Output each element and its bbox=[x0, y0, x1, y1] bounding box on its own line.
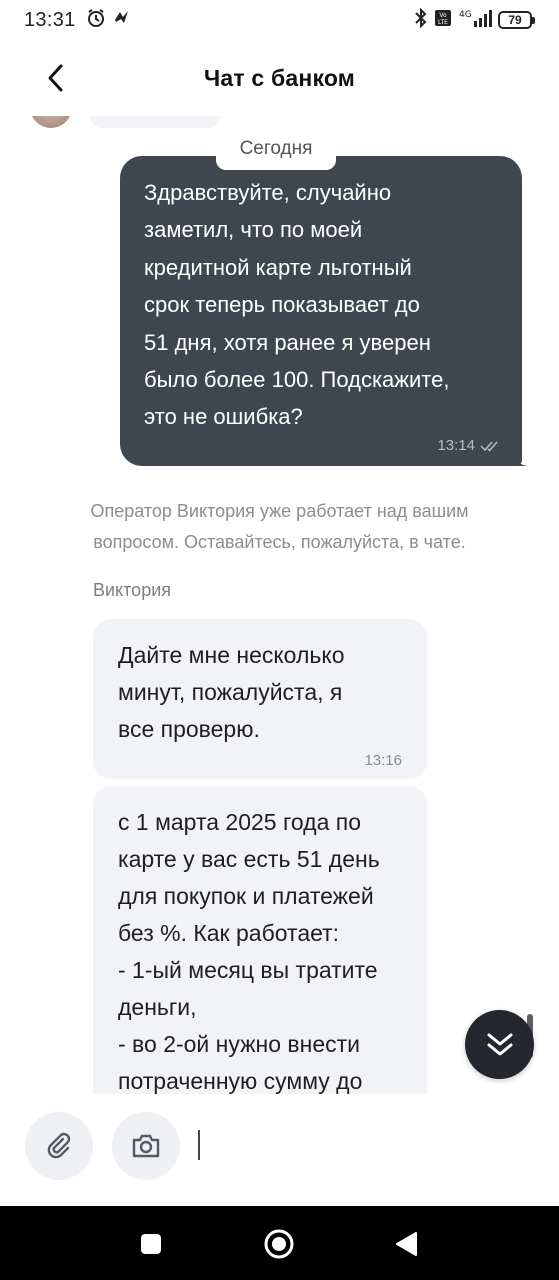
square-icon bbox=[141, 1234, 161, 1254]
scroll-to-bottom-button[interactable] bbox=[465, 1010, 534, 1079]
triangle-back-icon bbox=[396, 1232, 417, 1256]
recents-button[interactable] bbox=[137, 1230, 165, 1258]
system-back-button[interactable] bbox=[392, 1230, 420, 1258]
attach-button[interactable] bbox=[25, 1112, 93, 1180]
message-text: с 1 марта 2025 года по карте у вас есть … bbox=[118, 809, 380, 1094]
page-title: Чат с банком bbox=[203, 64, 356, 91]
camera-icon bbox=[132, 1134, 160, 1158]
message-text: Дайте мне несколько минут, пожалуйста, я… bbox=[118, 642, 345, 742]
previous-message-bubble bbox=[90, 116, 220, 128]
outgoing-message[interactable]: Здравствуйте, случайно заметил, что по м… bbox=[120, 156, 522, 466]
svg-text:LTE: LTE bbox=[438, 19, 448, 26]
chevron-left-icon bbox=[48, 64, 63, 92]
home-button[interactable] bbox=[263, 1228, 295, 1260]
alarm-icon bbox=[86, 8, 106, 33]
volte-icon: Vo LTE bbox=[434, 9, 452, 32]
app-notification-icon bbox=[112, 8, 132, 33]
double-check-icon bbox=[480, 441, 498, 452]
back-button[interactable] bbox=[38, 60, 74, 96]
battery-icon: 79 bbox=[498, 11, 535, 29]
incoming-message[interactable]: Дайте мне несколько минут, пожалуйста, я… bbox=[93, 619, 427, 779]
bluetooth-icon bbox=[414, 7, 428, 33]
status-bar: 13:31 Vo LTE 4G 79 bbox=[0, 0, 559, 40]
system-nav-bar bbox=[0, 1206, 559, 1280]
incoming-message[interactable]: с 1 марта 2025 года по карте у вас есть … bbox=[93, 786, 427, 1094]
message-text: Здравствуйте, случайно заметил, что по м… bbox=[144, 180, 450, 430]
double-chevron-down-icon bbox=[487, 1033, 512, 1055]
svg-text:4G: 4G bbox=[459, 10, 472, 20]
operator-name: Виктория bbox=[93, 580, 172, 600]
message-time: 13:14 bbox=[437, 437, 475, 454]
home-circle-icon bbox=[264, 1229, 294, 1259]
system-note: Оператор Виктория уже работает над вашим… bbox=[90, 501, 469, 552]
message-composer bbox=[0, 1094, 559, 1206]
svg-text:Vo: Vo bbox=[439, 12, 447, 19]
date-separator: Сегодня bbox=[216, 128, 336, 170]
signal-icon: 4G bbox=[458, 8, 492, 33]
chat-header: Чат с банком bbox=[0, 40, 559, 116]
message-input[interactable] bbox=[198, 1130, 200, 1160]
bubble-tail bbox=[512, 452, 528, 466]
status-time: 13:31 bbox=[24, 8, 76, 31]
message-time: 13:16 bbox=[364, 752, 402, 769]
camera-button[interactable] bbox=[112, 1112, 180, 1180]
operator-avatar bbox=[30, 116, 72, 128]
battery-level: 79 bbox=[498, 11, 532, 29]
paperclip-icon bbox=[47, 1132, 71, 1159]
chat-messages[interactable]: Сегодня Здравствуйте, случайно заметил, … bbox=[0, 116, 559, 1094]
